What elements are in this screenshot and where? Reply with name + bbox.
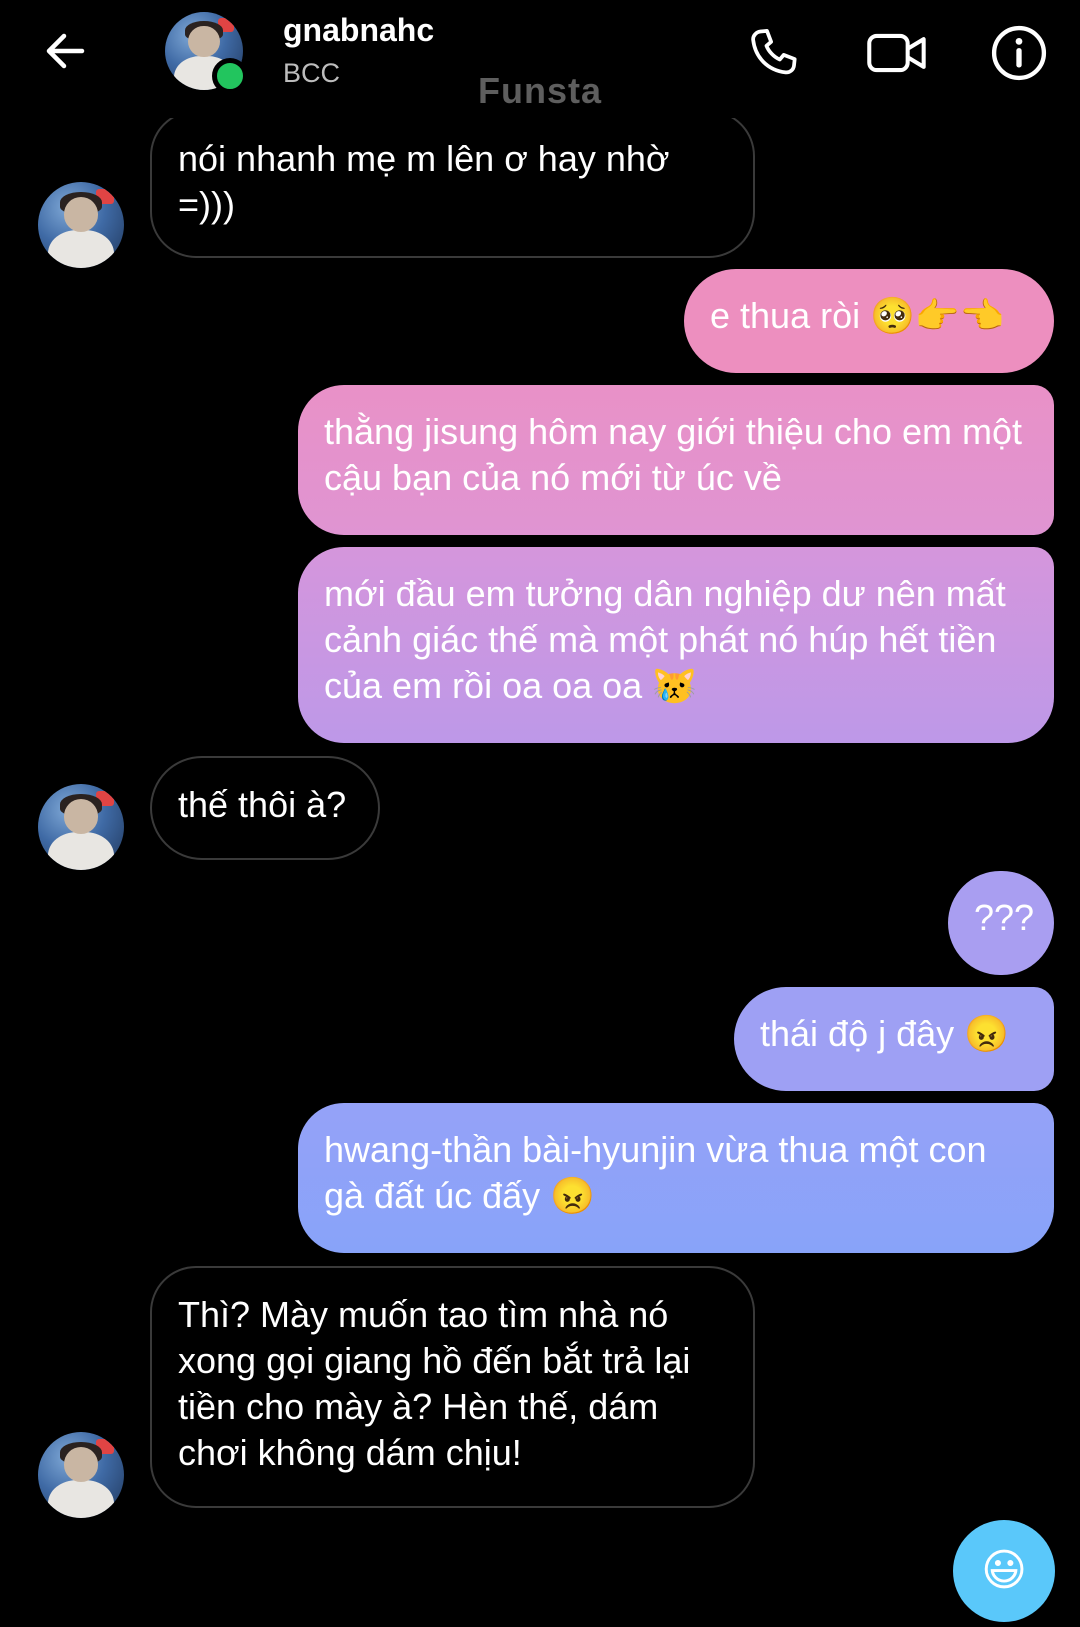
outgoing-message[interactable]: hwang-thần bài-hyunjin vừa thua một con … [298,1103,1054,1253]
smiley-icon: 😃 [981,1545,1027,1596]
sender-avatar[interactable] [38,1432,124,1518]
message-text: hwang-thần bài-hyunjin vừa thua một con … [324,1129,987,1216]
incoming-message[interactable]: nói nhanh mẹ m lên ơ hay nhờ =))) [150,110,755,258]
sender-avatar[interactable] [38,784,124,870]
outgoing-message[interactable]: thái độ j đây 😠 [734,987,1054,1091]
sender-avatar[interactable] [38,182,124,268]
message-text: e thua ròi 🥺👉👈 [710,295,1005,336]
message-text: mới đầu em tưởng dân nghiệp dư nên mất c… [324,573,1006,706]
online-status-dot [212,58,248,94]
contact-name[interactable]: gnabnahc [283,12,434,49]
outgoing-message[interactable]: ??? [948,871,1054,975]
message-text: thằng jisung hôm nay giới thiệu cho em m… [324,411,1022,498]
outgoing-message[interactable]: thằng jisung hôm nay giới thiệu cho em m… [298,385,1054,535]
incoming-message[interactable]: Thì? Mày muốn tao tìm nhà nó xong gọi gi… [150,1266,755,1508]
outgoing-message[interactable]: mới đầu em tưởng dân nghiệp dư nên mất c… [298,547,1054,743]
message-text: ??? [974,897,1035,938]
emoji-button[interactable]: 😃 [953,1520,1055,1622]
message-text: nói nhanh mẹ m lên ơ hay nhờ =))) [178,138,670,225]
watermark: Funsta [477,70,602,111]
message-text: Thì? Mày muốn tao tìm nhà nó xong gọi gi… [178,1294,691,1473]
arrow-left-icon [46,33,85,69]
outgoing-message[interactable]: e thua ròi 🥺👉👈 [684,269,1054,373]
message-text: thái độ j đây 😠 [760,1013,1009,1054]
incoming-message[interactable]: thế thôi à? [150,756,380,860]
message-text: thế thôi à? [178,784,347,825]
chat-header: gnabnahc BCC Funsta [0,0,1080,118]
